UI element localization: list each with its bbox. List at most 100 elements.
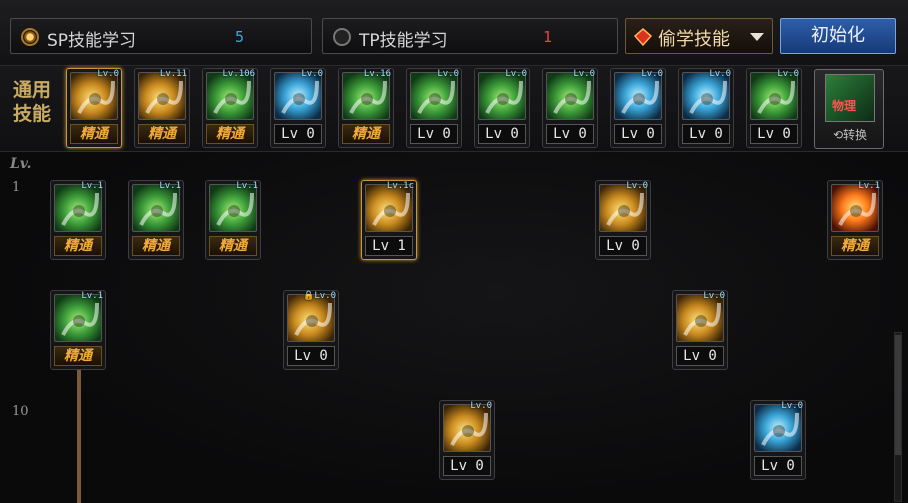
row-label-1: 1 [12, 180, 21, 195]
skill-level-tag: Lv.0 [781, 401, 803, 411]
skill-level-tag: Lv.106 [222, 69, 255, 79]
skill-icon [478, 72, 526, 120]
tab-tp-label: TP技能学习 [359, 31, 448, 51]
tree-skill-r3-2[interactable]: Lv.0 Lv 0 [750, 400, 806, 480]
common-skill-2[interactable]: Lv.11 精通 [134, 68, 190, 148]
skill-level-tag: Lv.0 [703, 291, 725, 301]
common-skill-5[interactable]: Lv.16 精通 [338, 68, 394, 148]
tree-skill-r3-1[interactable]: Lv.0 Lv 0 [439, 400, 495, 480]
skill-level-tag: Lv.1 [81, 291, 103, 301]
common-skill-4[interactable]: Lv.0 Lv 0 [270, 68, 326, 148]
mastery-badge: 精通 [138, 124, 186, 144]
steal-skill-dropdown[interactable]: 偷学技能 [625, 18, 773, 54]
skill-level-tag: Lv.0 [505, 69, 527, 79]
skill-icon [70, 72, 118, 120]
skill-level-tag: Lv.0 [301, 69, 323, 79]
skill-icon [287, 294, 335, 342]
common-skill-6[interactable]: Lv.0 Lv 0 [406, 68, 462, 148]
tree-skill-r1-2[interactable]: Lv.1 精通 [128, 180, 184, 260]
skill-icon [410, 72, 458, 120]
tab-sp-skill-learning[interactable]: SP技能学习 5 [10, 18, 312, 54]
skill-icon [132, 184, 180, 232]
top-bar: SP技能学习 5 TP技能学习 1 偷学技能 初始化 [0, 0, 908, 66]
skill-icon [546, 72, 594, 120]
tp-points-count: 1 [543, 28, 553, 46]
skill-level-tag: Lv.0 [437, 69, 459, 79]
mastery-badge: 精通 [342, 124, 390, 144]
skill-level-badge: Lv 0 [443, 456, 491, 476]
tree-skill-r1-3[interactable]: Lv.1 精通 [205, 180, 261, 260]
mastery-badge: 精通 [209, 236, 257, 256]
skill-level-badge: Lv 0 [676, 346, 724, 366]
skill-level-tag: Lv.0 [709, 69, 731, 79]
skill-level-tag: Lv.0 [626, 181, 648, 191]
tab-tp-skill-learning[interactable]: TP技能学习 1 [322, 18, 618, 54]
mastery-badge: 精通 [132, 236, 180, 256]
common-skill-8[interactable]: Lv.0 Lv 0 [542, 68, 598, 148]
skill-icon [54, 184, 102, 232]
skill-level-badge: Lv 1 [365, 236, 413, 256]
tree-skill-r1-6[interactable]: Lv.1 精通 [827, 180, 883, 260]
tree-skill-r2-1[interactable]: Lv.1 精通 [50, 290, 106, 370]
skill-level-tag: Lv.0 [97, 69, 119, 79]
common-skill-7[interactable]: Lv.0 Lv 0 [474, 68, 530, 148]
skill-connector-line [77, 370, 81, 503]
skill-level-badge: Lv 0 [614, 124, 662, 144]
skill-icon [206, 72, 254, 120]
physical-skill-icon: 物理 [825, 74, 875, 122]
skill-icon [209, 184, 257, 232]
skill-level-tag: Lv.1 [858, 181, 880, 191]
tree-skill-r2-3[interactable]: Lv.0 Lv 0 [672, 290, 728, 370]
tree-skill-r1-1[interactable]: Lv.1 精通 [50, 180, 106, 260]
skill-level-tag: 🔒Lv.0 [303, 291, 336, 301]
reset-button[interactable]: 初始化 [780, 18, 896, 54]
skill-level-tag: Lv.1 [81, 181, 103, 191]
skill-icon [614, 72, 662, 120]
skill-level-badge: Lv 0 [287, 346, 335, 366]
skill-icon [676, 294, 724, 342]
level-header: Lv. [10, 156, 32, 172]
sp-points-count: 5 [235, 28, 245, 46]
skill-level-tag: Lv.1c [386, 181, 414, 191]
skill-icon [365, 184, 413, 232]
skill-icon [682, 72, 730, 120]
steal-skill-label: 偷学技能 [658, 29, 730, 50]
row-label-10: 10 [12, 404, 29, 419]
switch-button[interactable]: 物理 ⟲转换 [814, 69, 884, 149]
skill-level-badge: Lv 0 [478, 124, 526, 144]
common-skill-1[interactable]: Lv.0 精通 [66, 68, 122, 148]
mastery-badge: 精通 [54, 346, 102, 366]
chevron-down-icon [750, 33, 764, 41]
skill-icon [831, 184, 879, 232]
tree-skill-r2-2[interactable]: 🔒Lv.0 Lv 0 [283, 290, 339, 370]
scrollbar-thumb[interactable] [895, 335, 901, 455]
skill-level-badge: Lv 0 [410, 124, 458, 144]
skill-tree: Lv. 1 10 Lv.1 精通 Lv.1 精通 Lv.1 精通 Lv.1c Lv 1 Lv.0… [0, 152, 908, 503]
skill-level-badge: Lv 0 [546, 124, 594, 144]
skill-level-badge: Lv 0 [682, 124, 730, 144]
mastery-badge: 精通 [206, 124, 254, 144]
skill-icon [443, 404, 491, 452]
skill-icon [599, 184, 647, 232]
switch-label: ⟲转换 [832, 128, 868, 142]
common-skill-3[interactable]: Lv.106 精通 [202, 68, 258, 148]
mastery-badge: 精通 [831, 236, 879, 256]
diamond-icon [634, 28, 652, 46]
tree-skill-r1-4[interactable]: Lv.1c Lv 1 [361, 180, 417, 260]
radio-unselected-icon [333, 28, 351, 46]
tree-skill-r1-5[interactable]: Lv.0 Lv 0 [595, 180, 651, 260]
common-skill-9[interactable]: Lv.0 Lv 0 [610, 68, 666, 148]
radio-selected-icon [21, 28, 39, 46]
common-skill-10[interactable]: Lv.0 Lv 0 [678, 68, 734, 148]
skill-level-tag: Lv.1 [159, 181, 181, 191]
skill-level-badge: Lv 0 [750, 124, 798, 144]
skill-icon [138, 72, 186, 120]
skill-level-tag: Lv.0 [777, 69, 799, 79]
common-skills-bar: 通用技能 Lv.0 精通 Lv.11 精通 Lv.106 精通 Lv.0 Lv 0 Lv.16 精… [0, 66, 908, 152]
common-skill-11[interactable]: Lv.0 Lv 0 [746, 68, 802, 148]
scrollbar[interactable] [894, 332, 902, 502]
mastery-badge: 精通 [70, 124, 118, 144]
tab-sp-label: SP技能学习 [47, 31, 137, 51]
skill-icon [342, 72, 390, 120]
skill-level-tag: Lv.16 [363, 69, 391, 79]
